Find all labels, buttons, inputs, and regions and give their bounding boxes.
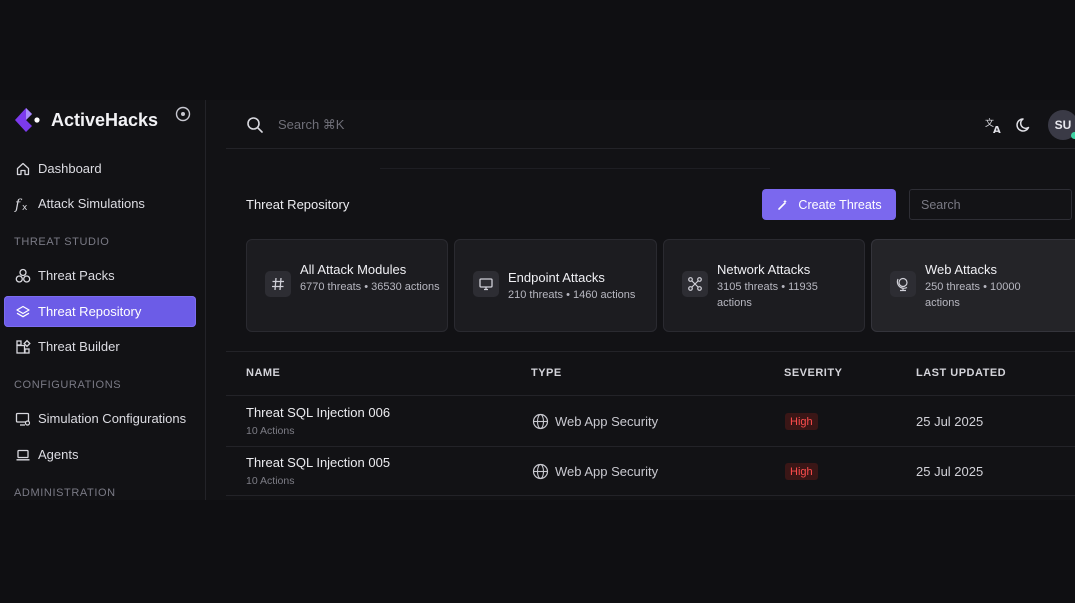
monitor-settings-icon xyxy=(14,410,32,428)
card-endpoint-attacks[interactable]: Endpoint Attacks 210 threats • 1460 acti… xyxy=(454,239,657,332)
table-header-divider xyxy=(226,395,1075,396)
card-web-attacks[interactable]: Web Attacks 250 threats • 10000 actions xyxy=(871,239,1075,332)
svg-text:x: x xyxy=(22,203,28,212)
column-header-type[interactable]: TYPE xyxy=(531,367,562,379)
hash-icon xyxy=(265,271,291,297)
threat-type-label: Web App Security xyxy=(555,414,659,429)
sidebar-item-simulation-configurations[interactable]: Simulation Configurations xyxy=(4,403,196,434)
globe-icon xyxy=(532,413,549,430)
card-description: 210 threats • 1460 actions xyxy=(508,289,636,301)
moon-icon[interactable] xyxy=(1016,116,1034,134)
monitor-icon xyxy=(473,271,499,297)
globe-icon xyxy=(532,463,549,480)
threat-type: Web App Security xyxy=(532,463,658,480)
last-updated: 25 Jul 2025 xyxy=(916,464,984,479)
severity-badge: High xyxy=(785,463,818,480)
layers-icon xyxy=(14,303,32,321)
row-divider xyxy=(226,495,1075,496)
globe-stand-icon xyxy=(890,271,916,297)
brand-logo-icon xyxy=(12,106,42,134)
last-updated: 25 Jul 2025 xyxy=(916,414,984,429)
network-icon xyxy=(682,271,708,297)
row-divider xyxy=(226,446,1075,447)
search-icon[interactable] xyxy=(246,116,264,134)
create-threats-button[interactable]: Create Threats xyxy=(762,189,896,220)
card-description: 250 threats • 10000 actions xyxy=(925,281,1021,309)
sidebar-item-label: Threat Repository xyxy=(38,304,142,319)
laptop-icon xyxy=(14,446,32,464)
sidebar: ActiveHacks Dashboard fx Attack Simulati… xyxy=(0,100,206,500)
global-search-input[interactable]: Search ⌘K xyxy=(278,117,344,133)
column-header-last-updated[interactable]: LAST UPDATED xyxy=(916,367,1006,379)
section-administration: ADMINISTRATION xyxy=(14,487,116,499)
card-description: 3105 threats • 11935 actions xyxy=(717,281,818,309)
sidebar-item-label: Attack Simulations xyxy=(38,196,145,211)
threat-actions-count: 10 Actions xyxy=(246,425,295,437)
sidebar-item-threat-builder[interactable]: Threat Builder xyxy=(4,331,196,362)
function-icon: fx xyxy=(14,195,32,213)
sidebar-item-threat-repository[interactable]: Threat Repository xyxy=(4,296,196,327)
topbar: Search ⌘K 文A SU xyxy=(226,100,1075,149)
threat-type: Web App Security xyxy=(532,413,658,430)
severity-badge: High xyxy=(785,413,818,430)
divider xyxy=(380,168,770,169)
sidebar-item-label: Dashboard xyxy=(38,161,102,176)
sidebar-item-attack-simulations[interactable]: fx Attack Simulations xyxy=(4,188,196,219)
sidebar-toggle-icon[interactable] xyxy=(175,106,191,122)
card-title: All Attack Modules xyxy=(300,262,407,277)
svg-text:A: A xyxy=(993,125,1001,134)
threat-name[interactable]: Threat SQL Injection 006 xyxy=(246,405,390,420)
section-threat-studio: THREAT STUDIO xyxy=(14,236,110,248)
wand-icon xyxy=(778,199,788,210)
app-window: ActiveHacks Dashboard fx Attack Simulati… xyxy=(0,100,1075,500)
threat-type-label: Web App Security xyxy=(555,464,659,479)
sidebar-item-label: Simulation Configurations xyxy=(38,411,187,426)
sidebar-item-label: Threat Packs xyxy=(38,268,115,283)
repository-search-input[interactable]: Search xyxy=(909,189,1072,220)
brand[interactable]: ActiveHacks xyxy=(12,106,202,134)
card-description: 6770 threats • 36530 actions xyxy=(300,281,440,293)
sidebar-item-dashboard[interactable]: Dashboard xyxy=(4,153,196,184)
sidebar-item-threat-packs[interactable]: Threat Packs xyxy=(4,260,196,291)
search-placeholder: Search xyxy=(921,197,961,212)
online-status-dot xyxy=(1071,132,1075,139)
threat-actions-count: 10 Actions xyxy=(246,475,295,487)
column-header-name[interactable]: NAME xyxy=(246,367,280,379)
translate-icon[interactable]: 文A xyxy=(985,116,1003,136)
card-network-attacks[interactable]: Network Attacks 3105 threats • 11935 act… xyxy=(663,239,865,332)
card-title: Endpoint Attacks xyxy=(508,270,605,285)
table-top-divider xyxy=(226,351,1075,352)
card-title: Web Attacks xyxy=(925,262,998,277)
blocks-icon xyxy=(14,338,32,356)
section-configurations: CONFIGURATIONS xyxy=(14,379,122,391)
threat-name[interactable]: Threat SQL Injection 005 xyxy=(246,455,390,470)
card-all-attack-modules[interactable]: All Attack Modules 6770 threats • 36530 … xyxy=(246,239,448,332)
packs-icon xyxy=(14,267,32,285)
sidebar-item-label: Agents xyxy=(38,447,79,462)
column-header-severity[interactable]: SEVERITY xyxy=(784,367,842,379)
sidebar-item-agents[interactable]: Agents xyxy=(4,439,196,470)
card-title: Network Attacks xyxy=(717,262,811,277)
page-title: Threat Repository xyxy=(246,197,350,212)
sidebar-item-label: Threat Builder xyxy=(38,339,120,354)
brand-name: ActiveHacks xyxy=(51,109,159,130)
home-icon xyxy=(14,160,32,178)
create-threats-label: Create Threats xyxy=(798,197,882,212)
